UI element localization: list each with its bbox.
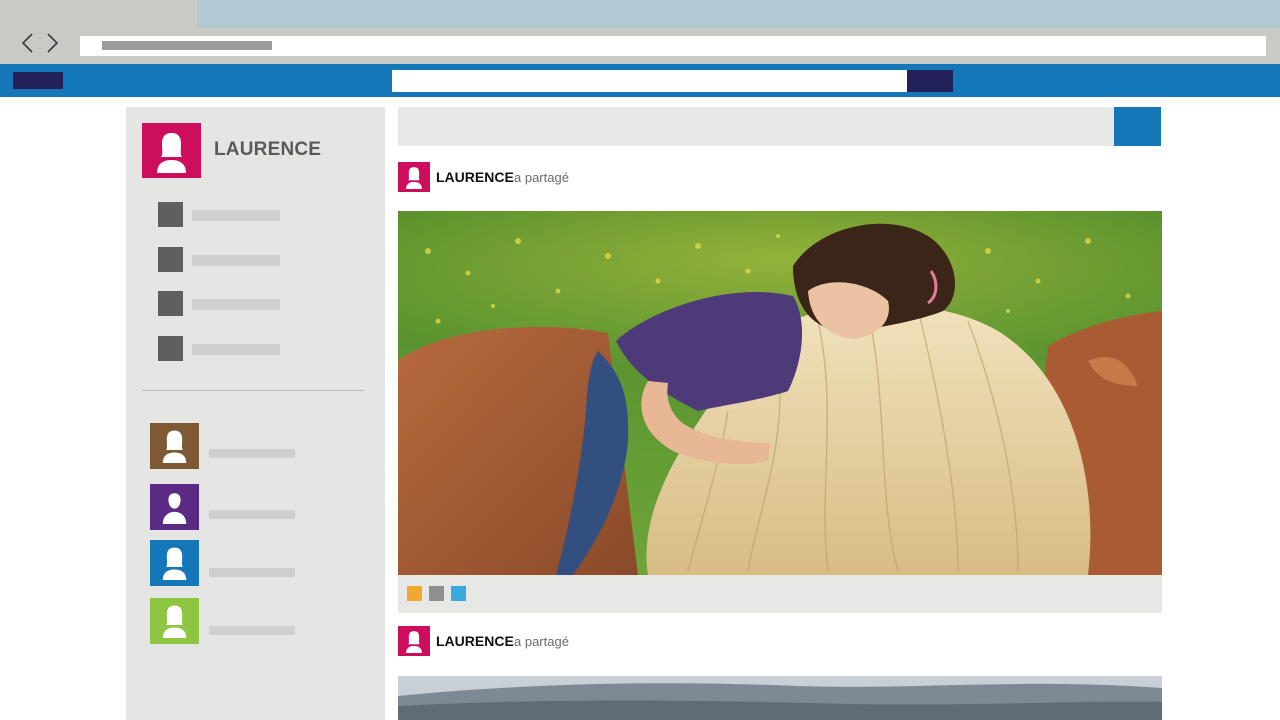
post-header: LAURENCE a partagé — [398, 162, 598, 194]
address-bar[interactable] — [80, 36, 1266, 56]
post-author-name[interactable]: LAURENCE — [436, 169, 514, 185]
forward-arrow-icon[interactable] — [44, 33, 60, 53]
browser-tab[interactable] — [0, 0, 197, 28]
friend-name-placeholder — [209, 626, 295, 635]
person-silhouette-icon — [162, 430, 187, 463]
post-composer-input[interactable] — [398, 107, 1114, 146]
friend-item-4[interactable] — [150, 598, 300, 644]
sidebar-menu-item-1[interactable] — [158, 202, 288, 228]
menu-label-placeholder — [192, 344, 280, 355]
person-silhouette-icon — [406, 631, 422, 653]
publish-button[interactable] — [1114, 107, 1161, 146]
post-author-avatar[interactable] — [398, 162, 430, 192]
post-header: LAURENCE a partagé — [398, 626, 598, 658]
person-silhouette-icon — [406, 167, 422, 189]
person-silhouette-icon — [162, 547, 187, 580]
friend-name-placeholder — [209, 449, 295, 458]
menu-label-placeholder — [192, 210, 280, 221]
post-author-name[interactable]: LAURENCE — [436, 633, 514, 649]
menu-label-placeholder — [192, 299, 280, 310]
browser-window: LAURENCE LAURENCE a partagé LAURENCE a p… — [0, 0, 1280, 720]
friend-avatar — [150, 540, 199, 586]
photo-girl-hugging-pony — [398, 211, 1162, 575]
friend-item-3[interactable] — [150, 540, 300, 586]
menu-square-icon — [158, 336, 183, 361]
site-logo[interactable] — [13, 72, 63, 89]
person-silhouette-icon — [157, 133, 186, 173]
menu-square-icon — [158, 202, 183, 227]
sidebar: LAURENCE — [126, 107, 385, 720]
post-action-text: a partagé — [514, 634, 569, 649]
profile-avatar[interactable] — [142, 123, 201, 178]
search-input[interactable] — [392, 70, 907, 92]
friend-avatar — [150, 484, 199, 530]
post-action-text: a partagé — [514, 170, 569, 185]
reaction-blue-button[interactable] — [451, 586, 466, 601]
sidebar-menu-item-3[interactable] — [158, 291, 288, 317]
search-button[interactable] — [907, 70, 953, 92]
photo-landscape — [398, 676, 1162, 720]
site-header — [0, 64, 1280, 97]
post-photo[interactable] — [398, 211, 1162, 575]
menu-square-icon — [158, 247, 183, 272]
back-arrow-icon[interactable] — [20, 33, 36, 53]
url-placeholder — [102, 41, 272, 50]
profile-name[interactable]: LAURENCE — [214, 139, 321, 161]
post-photo[interactable] — [398, 676, 1162, 720]
post-action-bar — [398, 575, 1162, 613]
friend-name-placeholder — [209, 510, 295, 519]
friend-item-2[interactable] — [150, 484, 300, 530]
menu-square-icon — [158, 291, 183, 316]
friend-name-placeholder — [209, 568, 295, 577]
post-author-avatar[interactable] — [398, 626, 430, 656]
friend-avatar — [150, 598, 199, 644]
reaction-orange-button[interactable] — [407, 586, 422, 601]
tab-strip — [197, 0, 1280, 28]
sidebar-menu-item-2[interactable] — [158, 247, 288, 273]
menu-label-placeholder — [192, 255, 280, 266]
friend-avatar — [150, 423, 199, 469]
sidebar-menu-item-4[interactable] — [158, 336, 288, 362]
person-silhouette-icon — [162, 493, 187, 524]
reaction-gray-button[interactable] — [429, 586, 444, 601]
friend-item-1[interactable] — [150, 423, 300, 469]
sidebar-divider — [142, 390, 365, 391]
person-silhouette-icon — [162, 605, 187, 638]
